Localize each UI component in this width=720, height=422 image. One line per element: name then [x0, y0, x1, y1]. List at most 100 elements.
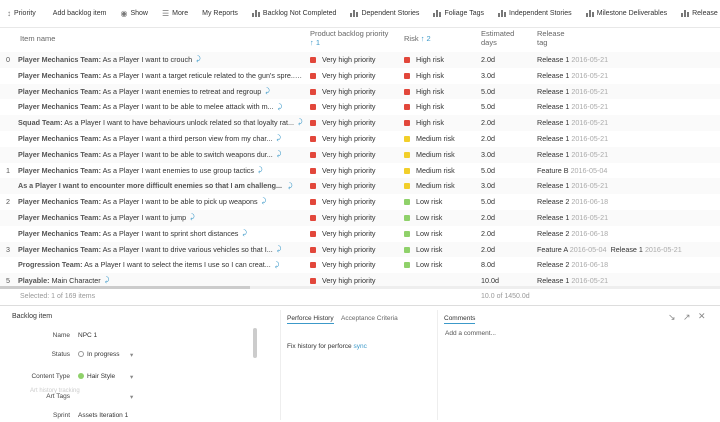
toolbar-item[interactable]: My Reports: [195, 0, 245, 27]
toolbar-item[interactable]: Backlog Not Completed: [245, 0, 344, 27]
story-text: As a Player I want to be able to pick up…: [102, 197, 258, 207]
team-label: Player Mechanics Team:: [18, 197, 101, 207]
risk-label: High risk: [416, 118, 444, 128]
table-row[interactable]: Player Mechanics Team: As a Player I wan…: [0, 68, 720, 84]
chevron-down-icon[interactable]: ▾: [130, 393, 133, 401]
column-header-priority[interactable]: Product backlog priority ↑ 1: [310, 29, 390, 47]
risk-label: Medium risk: [416, 181, 455, 191]
tab-acceptance-criteria[interactable]: Acceptance Criteria: [341, 315, 398, 322]
column-header-estimate[interactable]: Estimated days: [481, 29, 521, 47]
item-name[interactable]: Player Mechanics Team: As a Player I wan…: [18, 99, 303, 115]
chevron-down-icon[interactable]: ▾: [130, 351, 133, 359]
toolbar-item[interactable]: Milestone Deliverables: [579, 0, 674, 27]
toolbar-item[interactable]: Add backlog item: [43, 0, 114, 27]
table-row[interactable]: 0 Player Mechanics Team: As a Player I wa…: [0, 52, 720, 68]
item-name[interactable]: Player Mechanics Team: As a Player I wan…: [18, 147, 303, 163]
priority-label: Very high priority: [322, 165, 376, 175]
item-name[interactable]: Player Mechanics Team: As a Player I wan…: [18, 163, 303, 179]
detail-scrollbar[interactable]: [253, 328, 257, 358]
column-header-risk[interactable]: Risk ↑ 2: [404, 34, 431, 43]
item-name[interactable]: Player Mechanics Team: As a Player I wan…: [18, 226, 303, 242]
toolbar-item[interactable]: ◉ Show: [113, 0, 155, 27]
release-date: 2016-05-21: [571, 102, 609, 112]
item-name[interactable]: As a Player I want to encounter more dif…: [18, 178, 303, 194]
field-value[interactable]: In progress: [78, 351, 120, 358]
table-row[interactable]: Progression Team: As a Player I want to …: [0, 257, 720, 273]
risk-label: Low risk: [416, 260, 443, 270]
table-row[interactable]: Player Mechanics Team: As a Player I wan…: [0, 99, 720, 115]
release-cell: Release 1 2016-05-21: [537, 178, 717, 194]
release-date: 2016-05-21: [571, 55, 609, 64]
risk-indicator: [404, 151, 410, 158]
risk-indicator: [404, 72, 410, 79]
table-row[interactable]: Player Mechanics Team: As a Player I wan…: [0, 226, 720, 242]
toolbar-item-label: Priority: [14, 10, 36, 17]
table-row[interactable]: Squad Team: As a Player I want to have b…: [0, 115, 720, 131]
priority-cell: Very high priority: [310, 84, 398, 100]
priority-cell: Very high priority: [310, 226, 398, 242]
table-row[interactable]: 2 Player Mechanics Team: As a Player I wa…: [0, 194, 720, 210]
release-label: Release 1: [537, 149, 570, 159]
comment-input[interactable]: Add a comment...: [445, 330, 496, 337]
field-value-text: In progress: [87, 351, 120, 358]
table-row[interactable]: 1 Player Mechanics Team: As a Player I wa…: [0, 163, 720, 179]
toolbar-item[interactable]: Foliage Tags: [426, 0, 491, 27]
story-text: As a Player I want a target reticule rel…: [102, 70, 297, 80]
dock-icon[interactable]: ↘: [668, 312, 676, 323]
sync-link[interactable]: sync: [353, 343, 366, 350]
release-label: Release 1: [537, 134, 570, 143]
item-name[interactable]: Progression Team: As a Player I want to …: [18, 257, 303, 273]
priority-label: Very high priority: [322, 118, 376, 128]
table-row[interactable]: Player Mechanics Team: As a Player I wan…: [0, 146, 720, 163]
release-cell: Release 1 2016-05-21: [537, 210, 717, 226]
popout-icon[interactable]: ↗: [683, 312, 691, 323]
toolbar-item[interactable]: ☰ More: [155, 0, 195, 27]
item-name[interactable]: Player Mechanics Team: As a Player I wan…: [18, 242, 303, 258]
risk-indicator: [404, 167, 410, 174]
release-label: Release 1: [537, 55, 570, 64]
team-label: Player Mechanics Team:: [18, 134, 101, 143]
tab-comments[interactable]: Comments: [444, 315, 476, 324]
table-row[interactable]: 3 Player Mechanics Team: As a Player I wa…: [0, 241, 720, 258]
toolbar-item[interactable]: Independent Stories: [491, 0, 579, 27]
toolbar-item[interactable]: Dependent Stories: [343, 0, 426, 27]
risk-cell: Medium risk: [404, 147, 474, 163]
tab-perforce-history[interactable]: Perforce History: [287, 315, 334, 324]
item-name[interactable]: Player Mechanics Team: As a Player I wan…: [18, 131, 303, 147]
field-value[interactable]: NPC 1: [78, 332, 97, 339]
release-cell: Feature A 2016-05-04 Release 1 2016-05-2…: [537, 242, 717, 258]
item-name[interactable]: Player Mechanics Team: As a Player I wan…: [18, 84, 303, 100]
field-value[interactable]: Hair Style: [78, 373, 115, 380]
estimate-cell: 3.0d: [481, 181, 495, 191]
estimate-cell: 3.0d: [481, 70, 495, 80]
priority-indicator: [310, 278, 316, 285]
risk-cell: High risk: [404, 52, 474, 68]
item-name[interactable]: Player Mechanics Team: As a Player I wan…: [18, 52, 303, 68]
column-header-name[interactable]: Item name: [20, 34, 55, 43]
table-row[interactable]: Player Mechanics Team: As a Player I wan…: [0, 83, 720, 100]
table-row[interactable]: Player Mechanics Team: As a Player I wan…: [0, 210, 720, 226]
priority-label: Very high priority: [322, 134, 376, 143]
item-name[interactable]: Player Mechanics Team: As a Player I wan…: [18, 68, 303, 84]
item-name[interactable]: Player Mechanics Team: As a Player I wan…: [18, 194, 303, 210]
release-date: 2016-05-21: [571, 149, 609, 159]
table-row[interactable]: Player Mechanics Team: As a Player I wan…: [0, 131, 720, 147]
release-label: Release 2: [537, 260, 570, 270]
item-name[interactable]: Player Mechanics Team: As a Player I wan…: [18, 210, 303, 226]
release-date: 2016-05-21: [571, 70, 609, 80]
field-value[interactable]: Assets Iteration 1: [78, 412, 128, 419]
toolbar-item[interactable]: Release 1 Status: [674, 0, 720, 27]
toolbar-item[interactable]: ↕ Priority: [0, 0, 43, 27]
priority-cell: Very high priority: [310, 257, 398, 273]
close-icon[interactable]: ✕: [698, 311, 706, 322]
column-header-release[interactable]: Release tag: [537, 29, 577, 47]
risk-cell: Low risk: [404, 210, 474, 226]
risk-label: Low risk: [416, 228, 443, 238]
table-row[interactable]: As a Player I want to encounter more dif…: [0, 178, 720, 195]
item-name[interactable]: Squad Team: As a Player I want to have b…: [18, 115, 303, 131]
release-cell: Release 1 2016-05-21: [537, 131, 717, 147]
release-date: 2016-06-18: [571, 197, 609, 207]
priority-label: Very high priority: [322, 149, 376, 159]
story-text: As a Player I want to drive various vehi…: [102, 244, 273, 254]
chevron-down-icon[interactable]: ▾: [130, 373, 133, 381]
